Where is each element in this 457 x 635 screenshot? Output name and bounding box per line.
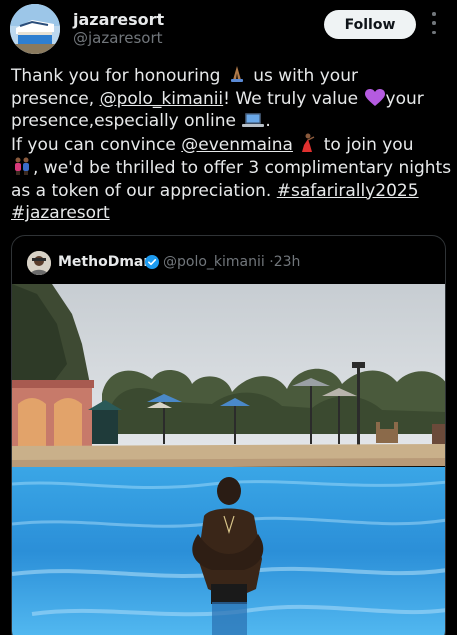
quoted-photo[interactable]: [12, 284, 446, 635]
dancer-emoji-icon: [302, 133, 315, 152]
tweet-text-segment: .: [265, 111, 271, 131]
account-handle[interactable]: @jazaresort: [73, 29, 163, 47]
mention-link[interactable]: @polo_kimanii: [100, 89, 224, 109]
quoted-author-handle[interactable]: @polo_kimanii: [163, 254, 265, 270]
tweet-text-segment: as a token of our appreciation.: [11, 180, 272, 201]
verified-badge-icon: [145, 255, 159, 269]
tweet-text: Thank you for honouring us with your pre…: [11, 64, 451, 225]
tweet-text-segment: to join you: [323, 134, 414, 155]
couple-emoji-icon: [15, 157, 29, 175]
more-options-icon[interactable]: [428, 12, 440, 34]
quoted-author-name[interactable]: MethoDman: [58, 254, 153, 270]
tweet-text-segment: , we'd be thrilled to offer 3 compliment…: [33, 158, 452, 178]
quoted-meta: @polo_kimanii ·23h: [163, 254, 300, 270]
tweet-line: presence, @polo_kimanii! We truly value …: [11, 88, 451, 111]
tweet-line: presence,especially online .: [11, 110, 451, 133]
tweet-text-segment: presence,: [11, 88, 95, 109]
tweet-line: #jazaresort: [11, 202, 451, 225]
tweet-text-segment: If you can convince: [11, 134, 176, 155]
tweet-line: Thank you for honouring us with your: [11, 64, 451, 88]
pray-emoji-icon: [230, 66, 243, 82]
quoted-avatar[interactable]: [27, 251, 51, 275]
purple-heart-emoji-icon: [364, 88, 385, 106]
tweet-line: If you can convince @evenmaina to join y…: [11, 133, 451, 157]
tweet-line: , we'd be thrilled to offer 3 compliment…: [11, 156, 451, 180]
tweet-text-segment: your: [385, 88, 424, 109]
tweet-text-segment: ! We truly value: [223, 88, 359, 109]
quoted-post[interactable]: MethoDman @polo_kimanii ·23h: [11, 235, 446, 635]
follow-button[interactable]: Follow: [324, 10, 416, 39]
quoted-timestamp[interactable]: 23h: [274, 254, 301, 270]
tweet-line: as a token of our appreciation. #safarir…: [11, 180, 451, 203]
hashtag-link[interactable]: #safarirally2025: [277, 181, 419, 201]
account-name[interactable]: jazaresort: [73, 10, 164, 29]
laptop-emoji-icon: [242, 113, 265, 127]
hashtag-link[interactable]: #jazaresort: [11, 203, 110, 223]
post: jazaresort @jazaresort Follow Thank you …: [0, 0, 457, 635]
avatar[interactable]: [10, 4, 60, 54]
tweet-text-segment: Thank you for honouring: [11, 66, 221, 86]
mention-link[interactable]: @evenmaina: [181, 135, 293, 155]
tweet-text-segment: presence,especially online: [11, 111, 236, 131]
tweet-text-segment: us with your: [253, 66, 358, 86]
